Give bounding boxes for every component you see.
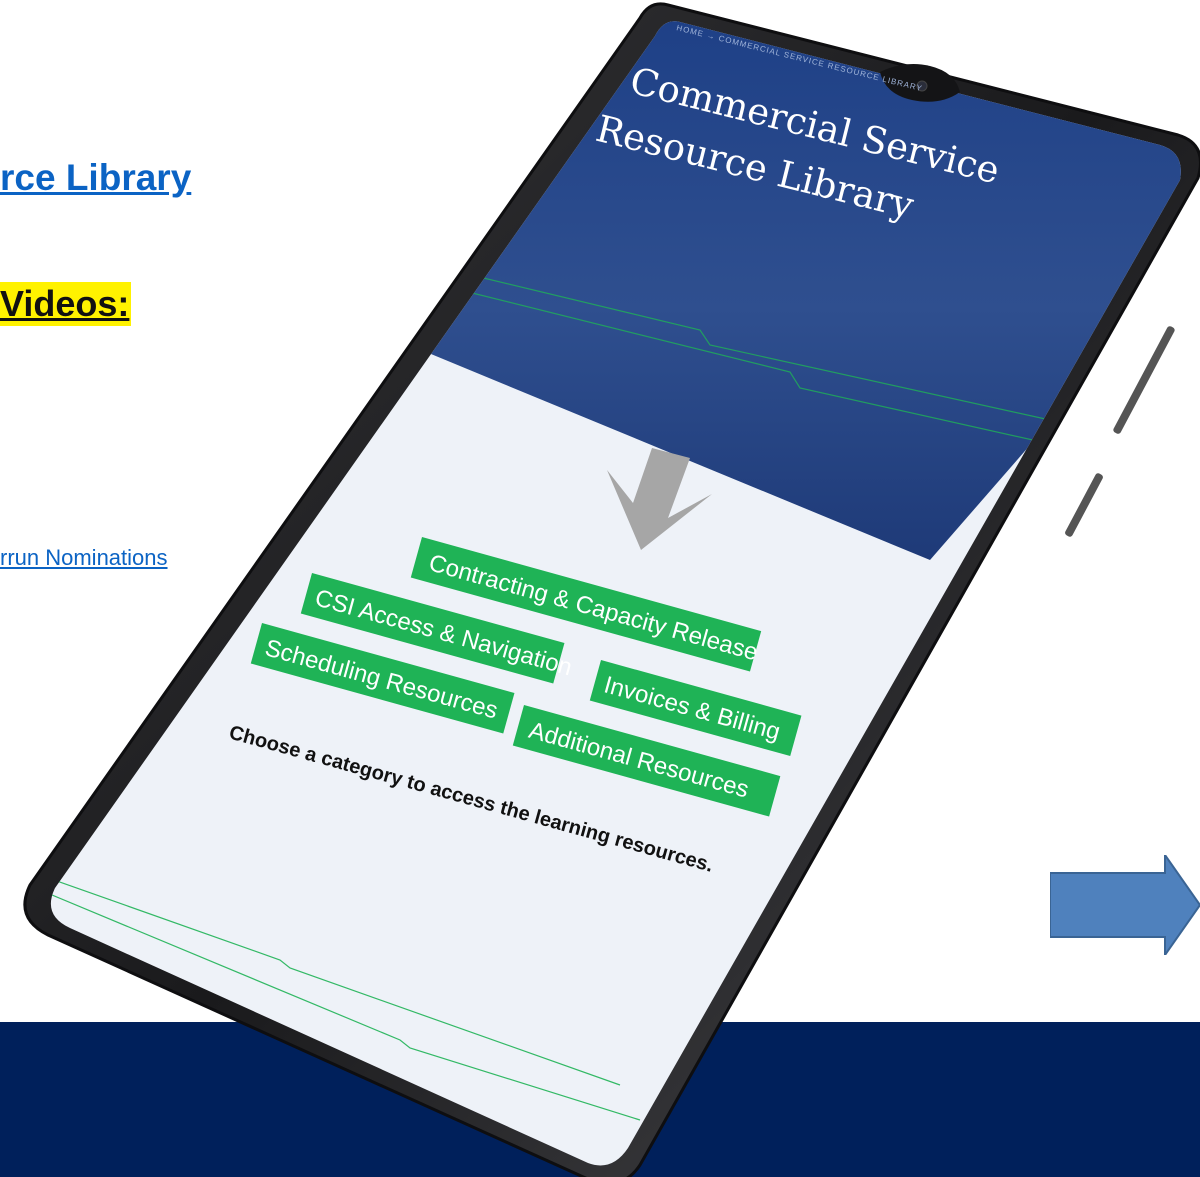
power-button: [1065, 473, 1103, 537]
phone-mockup: HOME → COMMERCIAL SERVICE RESOURCE LIBRA…: [23, 2, 1200, 1177]
volume-button: [1113, 326, 1175, 434]
